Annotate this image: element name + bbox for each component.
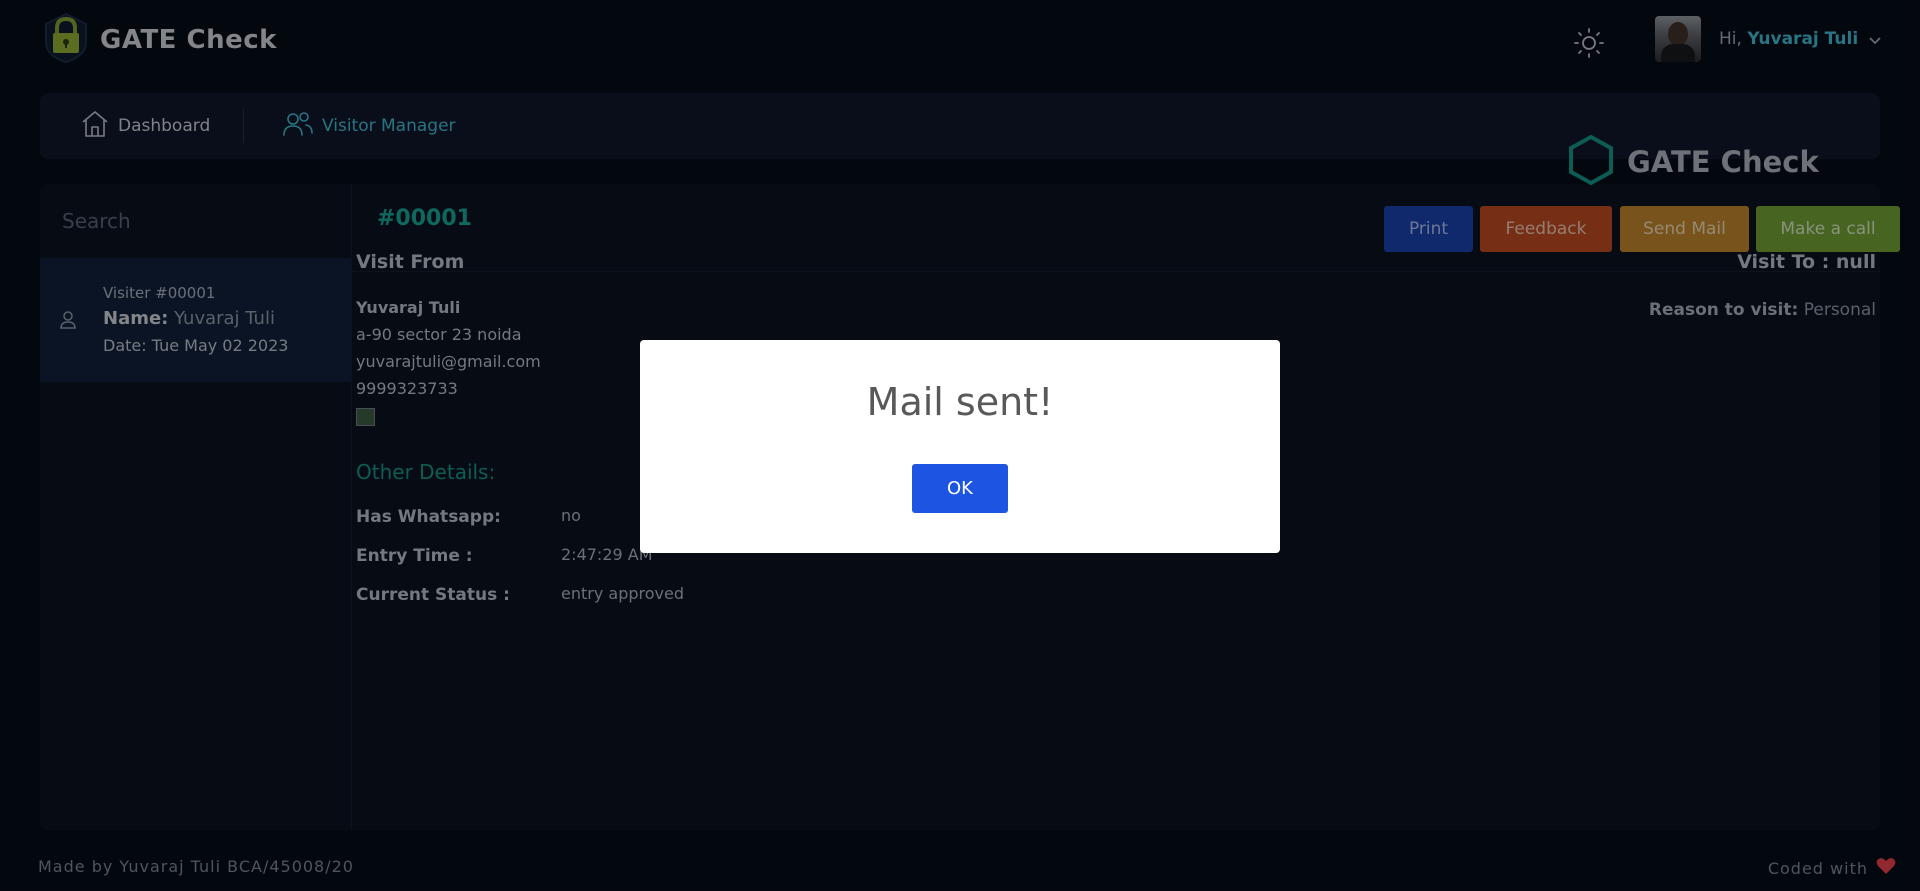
mail-sent-dialog: Mail sent! OK	[640, 340, 1280, 553]
dialog-title: Mail sent!	[866, 380, 1054, 424]
ok-button[interactable]: OK	[912, 464, 1008, 513]
